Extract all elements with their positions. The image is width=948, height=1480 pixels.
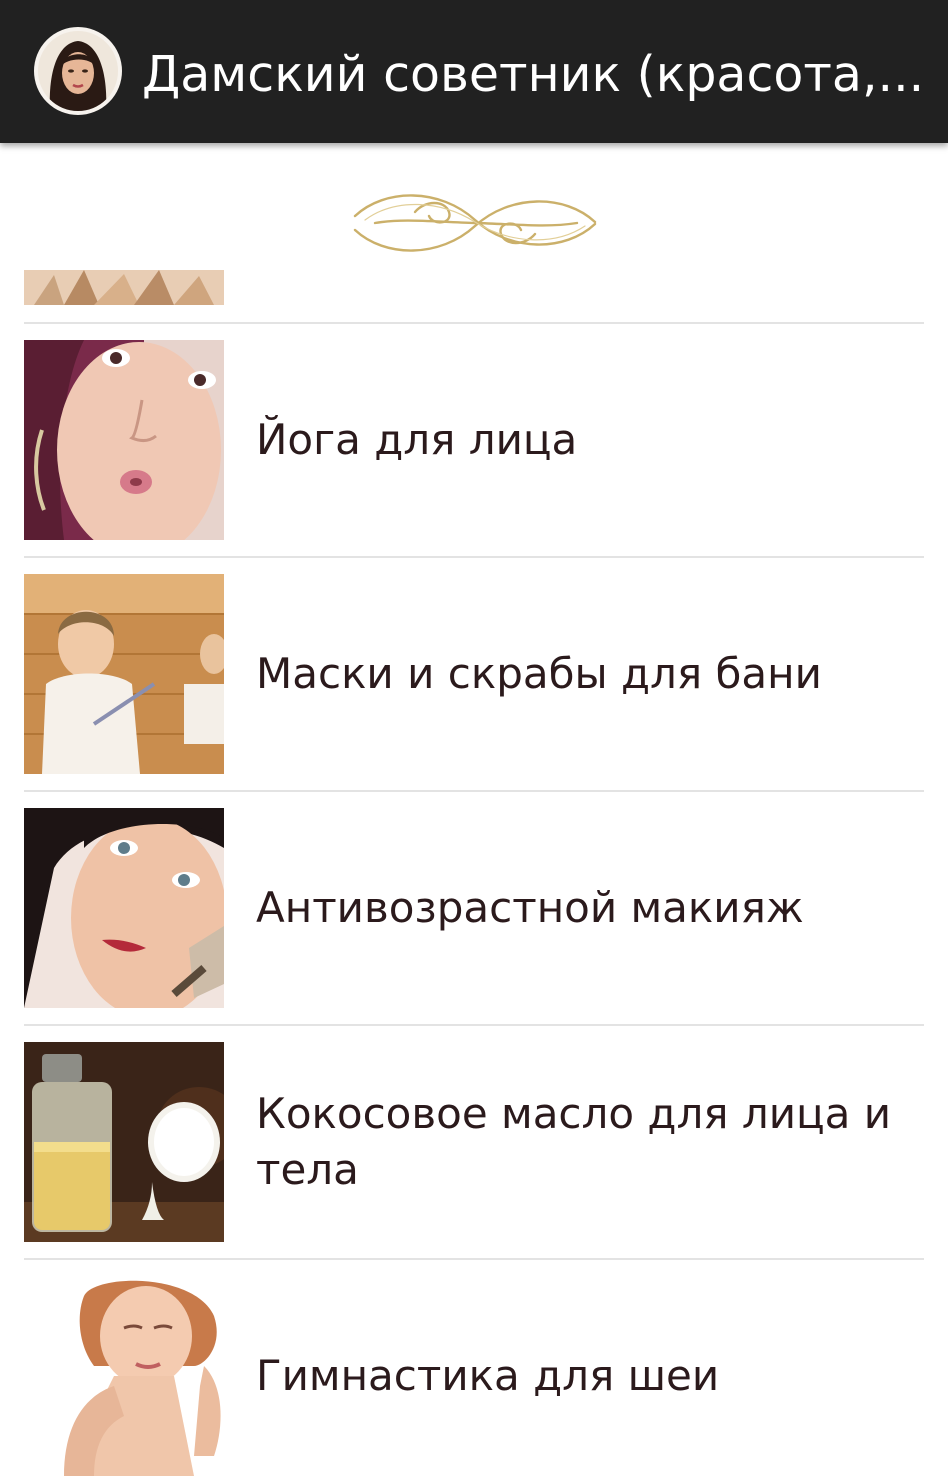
partial-list-item-image xyxy=(24,270,224,305)
coconut-oil-photo xyxy=(24,1042,224,1242)
app-title: Дамский советник (красота,... xyxy=(142,46,922,103)
list-item-label: Кокосовое масло для лица и тела xyxy=(256,1089,892,1194)
neck-exercise-photo xyxy=(24,1276,224,1476)
app-logo-icon[interactable] xyxy=(34,27,122,115)
list-item-neck-gymnastics[interactable]: Гимнастика для шеи xyxy=(24,1276,924,1476)
list-item-sauna-masks[interactable]: Маски и скрабы для бани xyxy=(24,574,924,774)
list-divider xyxy=(24,1258,924,1260)
ornament-flourish-icon xyxy=(353,194,597,252)
article-list-screen[interactable]: Йога для лица Маски и скрабы для бани Ан… xyxy=(0,143,948,1480)
list-divider xyxy=(24,322,924,324)
list-item-antiage-makeup[interactable]: Антивозрастной макияж xyxy=(24,808,924,1008)
list-divider xyxy=(24,790,924,792)
action-bar: Дамский советник (красота,... xyxy=(0,0,948,143)
sauna-photo xyxy=(24,574,224,774)
list-item-label: Йога для лица xyxy=(256,415,578,464)
makeup-brush-photo xyxy=(24,808,224,1008)
list-item-face-yoga[interactable]: Йога для лица xyxy=(24,340,924,540)
list-divider xyxy=(24,1024,924,1026)
list-item-label: Маски и скрабы для бани xyxy=(256,649,822,698)
list-item-label: Антивозрастной макияж xyxy=(256,883,804,932)
list-item-label: Гимнастика для шеи xyxy=(256,1351,720,1400)
list-item-coconut-oil[interactable]: Кокосовое масло для лица и тела xyxy=(24,1042,924,1242)
face-yoga-photo xyxy=(24,340,224,540)
list-divider xyxy=(24,556,924,558)
